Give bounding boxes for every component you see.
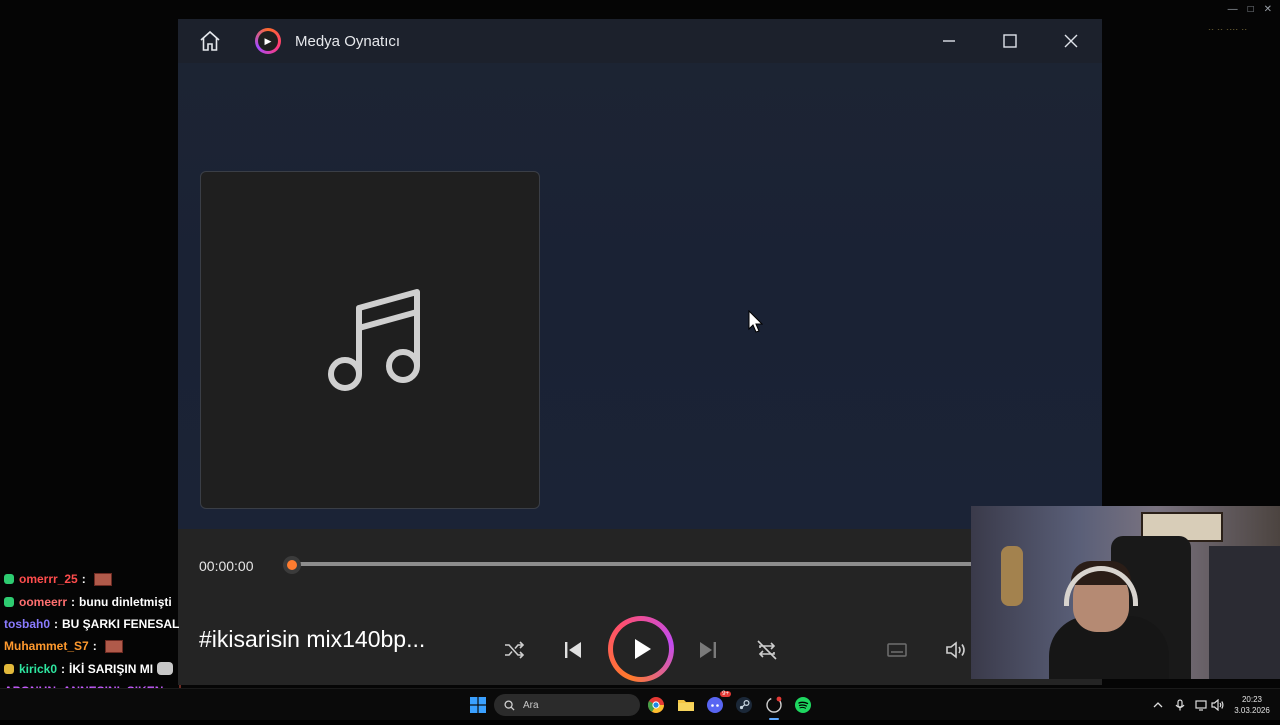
- shelf: [1209, 546, 1280, 679]
- next-button[interactable]: [694, 636, 722, 664]
- chat-badge-icon: [4, 574, 14, 585]
- album-art: [200, 171, 540, 509]
- music-note-icon: [328, 289, 420, 391]
- previous-icon: [565, 642, 581, 658]
- maximize-button[interactable]: [995, 27, 1025, 55]
- outer-maximize-icon[interactable]: □: [1248, 4, 1254, 15]
- steam-button[interactable]: [734, 695, 754, 715]
- next-icon: [700, 642, 716, 658]
- chat-message: kirick0: İKİ SARIŞIN MI: [4, 658, 180, 680]
- close-icon: [1064, 34, 1078, 48]
- title-bar: ▶ Medya Oynatıcı: [178, 19, 1102, 63]
- outer-close-icon[interactable]: ✕: [1264, 4, 1272, 15]
- brick-emote-icon: [104, 639, 123, 653]
- tray-overflow-button[interactable]: [1148, 695, 1168, 715]
- minimize-icon: [943, 40, 955, 42]
- microphone-button[interactable]: [1170, 695, 1190, 715]
- spotify-button[interactable]: [793, 695, 813, 715]
- chat-message: oomeerr: bunu dinletmişti: [4, 590, 180, 612]
- chat-username[interactable]: omerrr_25: [19, 572, 78, 586]
- miniplayer-button[interactable]: [883, 636, 911, 664]
- volume-icon: [946, 641, 965, 659]
- chat-username[interactable]: kirick0: [19, 662, 57, 676]
- chat-username[interactable]: oomeerr: [19, 595, 67, 609]
- outer-minimize-icon[interactable]: —: [1228, 4, 1238, 15]
- chat-message: omerrr_25:: [4, 568, 180, 590]
- folder-icon: [678, 700, 694, 711]
- seek-thumb[interactable]: [283, 556, 301, 574]
- system-clock[interactable]: 20:23 3.03.2026: [1232, 694, 1272, 716]
- chevron-up-icon: [1153, 702, 1163, 708]
- speaker-icon: [1210, 699, 1223, 711]
- current-time: 00:00:00: [199, 558, 254, 574]
- lamp: [1001, 546, 1023, 606]
- chat-separator: :: [54, 616, 59, 631]
- volume-button[interactable]: [942, 636, 970, 664]
- search-icon: [504, 699, 515, 711]
- chat-badge-icon: [4, 596, 14, 607]
- chat-username[interactable]: Muhammet_S7: [4, 639, 89, 653]
- media-player-taskbar-button[interactable]: [764, 695, 784, 720]
- brick-emote-icon: [93, 572, 112, 586]
- chat-text: bunu dinletmişti: [79, 594, 172, 609]
- shuffle-icon: [505, 641, 525, 659]
- discord-button[interactable]: 9+: [705, 691, 731, 715]
- network-icon: [1195, 700, 1207, 711]
- mouse-pointer-icon: [748, 309, 764, 334]
- chat-text: BU ŞARKI FENESAL: [62, 616, 180, 631]
- windows-logo-icon: [470, 697, 486, 713]
- overlay-tiny-label: -- -- ---- --: [1208, 27, 1248, 33]
- play-button[interactable]: [608, 616, 674, 682]
- shuffle-button[interactable]: [500, 636, 528, 664]
- dog-emote-icon: [157, 662, 174, 676]
- outer-window-controls: — □ ✕: [1228, 4, 1272, 15]
- play-icon: [635, 639, 651, 659]
- chat-separator: :: [81, 572, 86, 587]
- miniplayer-icon: [887, 643, 907, 657]
- discord-icon: [707, 697, 723, 713]
- window-title: Medya Oynatıcı: [295, 33, 401, 50]
- chat-badge-icon: [4, 663, 14, 674]
- discord-badge: 9+: [720, 691, 731, 697]
- chat-message: tosbah0: BU ŞARKI FENESAL: [4, 613, 180, 635]
- file-explorer-button[interactable]: [676, 695, 696, 715]
- chat-separator: :: [61, 661, 66, 676]
- playback-bar: 00:00:00 #ikisarisin mix140bp...: [178, 529, 1102, 685]
- taskbar: Ara 9+ 20:23 3.03.2026: [0, 688, 1280, 720]
- chat-text: İKİ SARIŞIN MI: [69, 661, 154, 676]
- chrome-icon: [648, 697, 664, 713]
- clock-date: 3.03.2026: [1234, 706, 1270, 715]
- close-button[interactable]: [1056, 27, 1086, 55]
- clock-time: 20:23: [1241, 695, 1263, 704]
- app-logo-icon: ▶: [255, 28, 281, 54]
- previous-button[interactable]: [559, 636, 587, 664]
- search-placeholder: Ara: [523, 699, 539, 711]
- chrome-button[interactable]: [646, 695, 666, 715]
- track-title: #ikisarisin mix140bp...: [199, 626, 426, 652]
- volume-tray-button[interactable]: [1207, 695, 1227, 715]
- steam-icon: [736, 697, 752, 713]
- media-player-window: ▶ Medya Oynatıcı 00:00:00 #ikisarisin mi…: [178, 19, 1102, 685]
- maximize-icon: [1003, 34, 1017, 48]
- chat-message: Muhammet_S7:: [4, 635, 180, 657]
- microphone-icon: [1175, 699, 1185, 711]
- taskbar-search[interactable]: Ara: [494, 694, 640, 716]
- webcam-feed: [971, 506, 1280, 679]
- start-button[interactable]: [468, 695, 488, 715]
- chat-username[interactable]: tosbah0: [4, 617, 50, 631]
- chat-separator: :: [92, 639, 97, 654]
- repeat-off-icon: [757, 640, 777, 660]
- repeat-button[interactable]: [753, 636, 781, 664]
- home-button[interactable]: [198, 29, 222, 53]
- home-icon: [200, 30, 220, 51]
- media-player-taskbar-icon: [766, 696, 782, 713]
- chat-separator: :: [71, 594, 76, 609]
- minimize-button[interactable]: [934, 27, 964, 55]
- spotify-icon: [795, 697, 811, 713]
